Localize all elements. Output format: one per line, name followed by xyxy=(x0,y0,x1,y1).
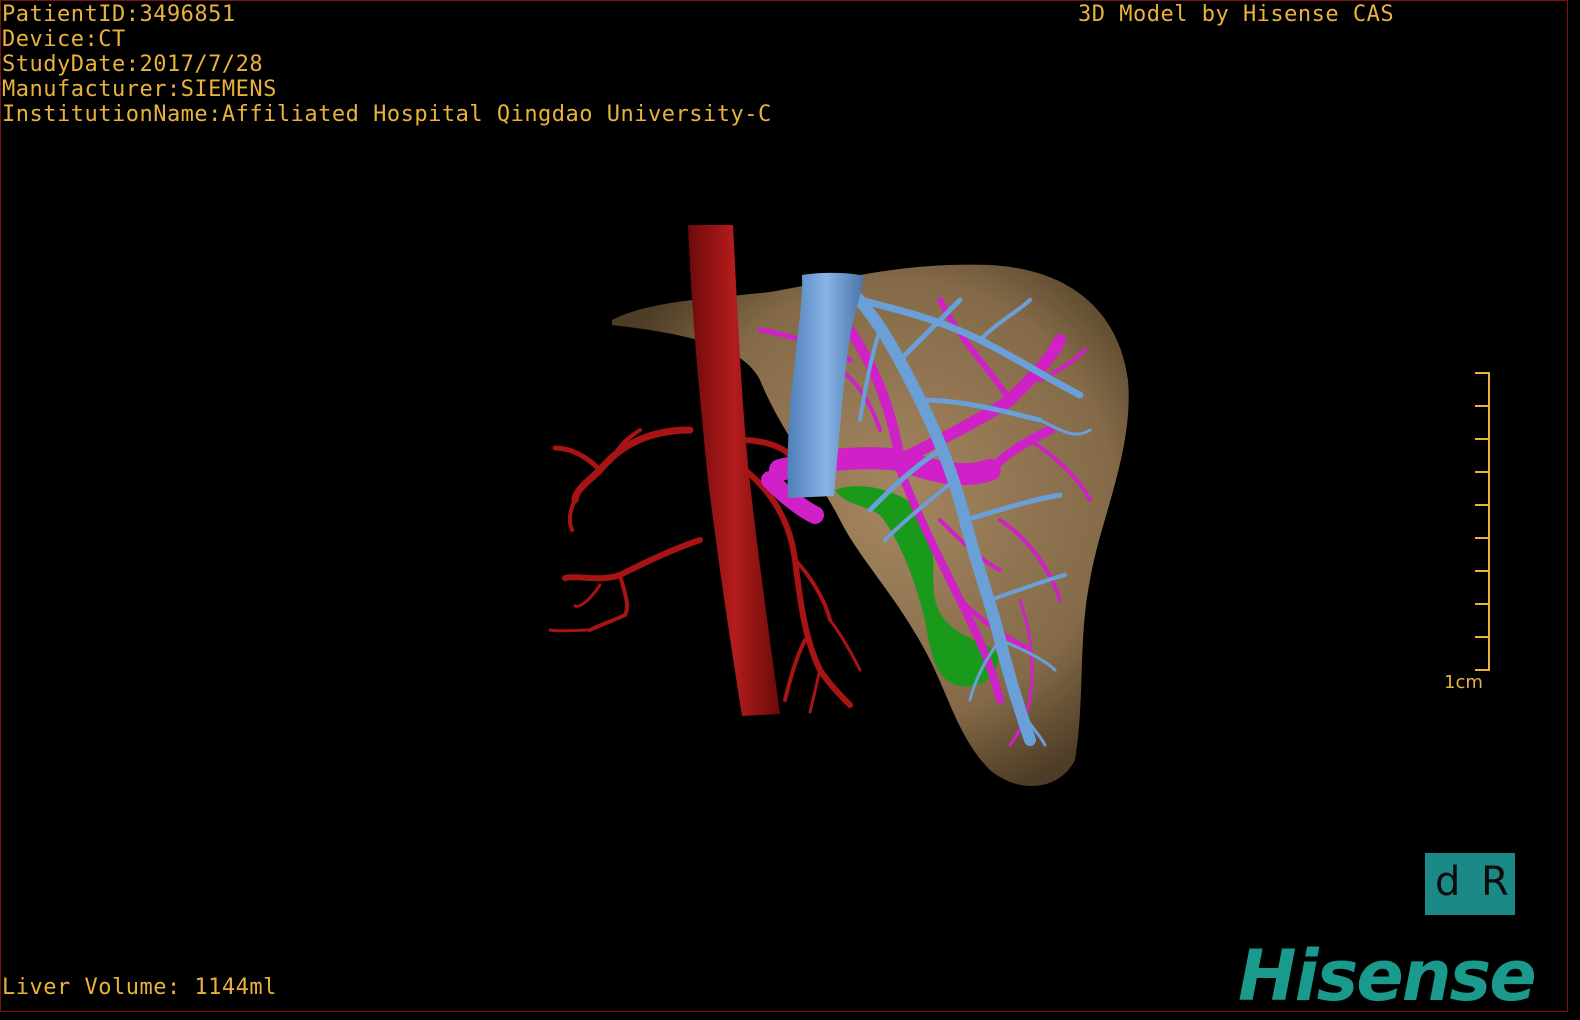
3d-viewport[interactable] xyxy=(0,0,1568,1012)
model-caption: 3D Model by Hisense CAS xyxy=(1078,2,1395,27)
orientation-left-letter: d xyxy=(1435,859,1461,905)
scale-bar-label: 1cm xyxy=(1444,672,1483,693)
liver-model[interactable] xyxy=(612,264,1129,787)
liver-volume-text: Liver Volume: 1144ml xyxy=(2,975,277,1000)
patient-id-text: PatientID:3496851 xyxy=(2,2,236,27)
orientation-cube[interactable]: d R xyxy=(1425,853,1515,915)
manufacturer-text: Manufacturer:SIEMENS xyxy=(2,77,277,102)
dicom-info-overlay: PatientID:3496851 Device:CT StudyDate:20… xyxy=(2,2,772,127)
hisense-logo: Hisense xyxy=(1238,935,1537,1017)
study-date-text: StudyDate:2017/7/28 xyxy=(2,52,264,77)
device-text: Device:CT xyxy=(2,27,126,52)
scale-bar xyxy=(1475,372,1490,671)
orientation-right-letter: R xyxy=(1481,859,1509,905)
institution-text: InstitutionName:Affiliated Hospital Qing… xyxy=(2,102,772,127)
